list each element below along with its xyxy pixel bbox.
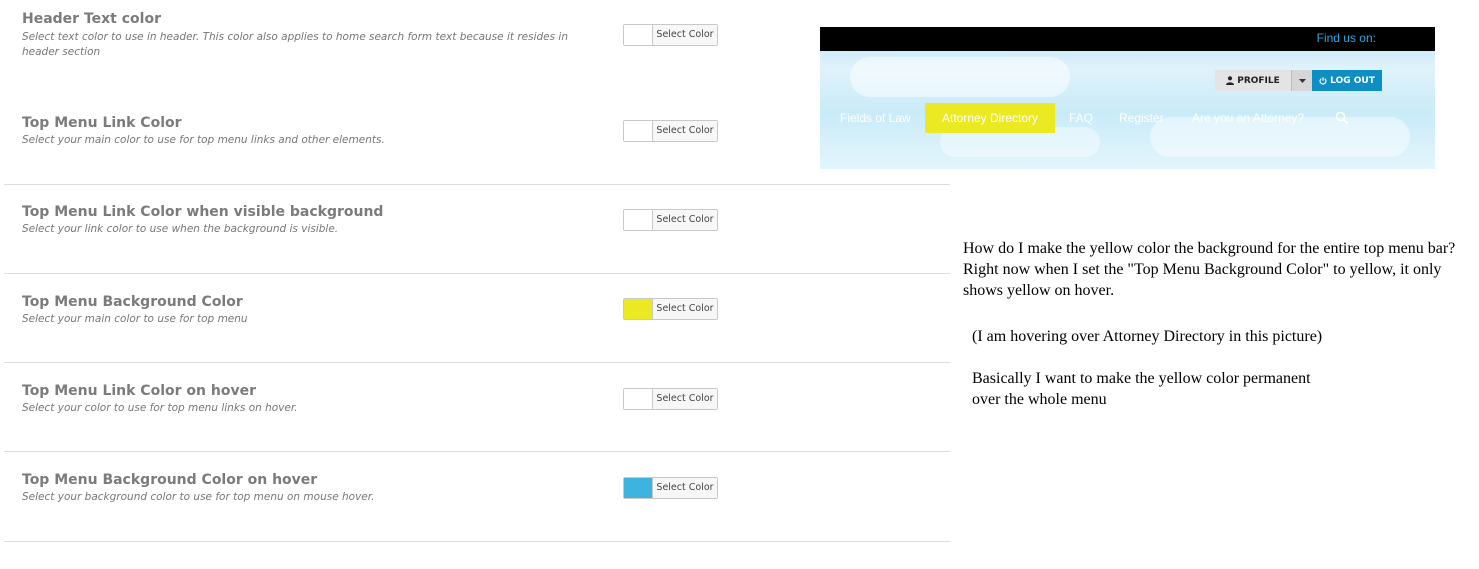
color-swatch[interactable] xyxy=(624,25,653,45)
nav-faq[interactable]: FAQ xyxy=(1069,103,1093,133)
setting-description: Select your color to use for top menu li… xyxy=(22,402,298,414)
setting-title: Top Menu Link Color on hover xyxy=(22,383,256,399)
setting-description: Select your link color to use when the b… xyxy=(22,223,339,235)
setting-title: Top Menu Link Color when visible backgro… xyxy=(22,204,384,220)
profile-label: PROFILE xyxy=(1237,75,1280,86)
color-picker[interactable]: Select Color xyxy=(623,477,718,499)
find-us-link[interactable]: Find us on: xyxy=(1317,31,1376,45)
select-color-button[interactable]: Select Color xyxy=(653,299,717,319)
color-swatch[interactable] xyxy=(624,299,653,319)
goal-text: Basically I want to make the yellow colo… xyxy=(972,368,1372,410)
setting-top-menu-background-color-hover: Top Menu Background Color on hover Selec… xyxy=(4,452,950,542)
color-swatch[interactable] xyxy=(624,389,653,409)
setting-title: Top Menu Background Color xyxy=(22,294,243,310)
setting-description: Select text color to use in header. This… xyxy=(22,31,568,58)
goal-text-line-2: over the whole menu xyxy=(972,391,1107,408)
select-color-button[interactable]: Select Color xyxy=(653,210,717,230)
profile-button[interactable]: PROFILE xyxy=(1215,70,1291,91)
color-picker[interactable]: Select Color xyxy=(623,388,718,410)
setting-description: Select your main color to use for top me… xyxy=(22,313,248,325)
color-picker[interactable]: Select Color xyxy=(623,298,718,320)
site-top-bar: Find us on: xyxy=(820,27,1435,51)
user-icon xyxy=(1226,76,1235,85)
power-icon xyxy=(1319,76,1327,85)
nav-are-you-an-attorney[interactable]: Are you an Attorney? xyxy=(1192,103,1304,133)
setting-title: Header Text color xyxy=(22,11,161,27)
color-swatch[interactable] xyxy=(624,121,653,141)
color-picker[interactable]: Select Color xyxy=(623,24,718,46)
nav-register[interactable]: Register xyxy=(1119,103,1164,133)
setting-top-menu-background-color: Top Menu Background Color Select your ma… xyxy=(4,274,950,363)
select-color-button[interactable]: Select Color xyxy=(653,478,717,498)
setting-top-menu-link-color-visible-bg: Top Menu Link Color when visible backgro… xyxy=(4,185,950,274)
setting-description: Select your background color to use for … xyxy=(22,491,375,503)
setting-description: Select your main color to use for top me… xyxy=(22,134,385,146)
color-picker[interactable]: Select Color xyxy=(623,120,718,142)
logout-button[interactable]: LOG OUT xyxy=(1312,70,1382,91)
color-swatch[interactable] xyxy=(624,478,653,498)
setting-top-menu-link-color: Top Menu Link Color Select your main col… xyxy=(4,96,950,185)
site-preview-screenshot: Find us on: PROFILE LOG OUT Fields of La… xyxy=(820,27,1435,169)
hover-note: (I am hovering over Attorney Directory i… xyxy=(972,328,1323,345)
profile-dropdown-toggle[interactable] xyxy=(1291,70,1313,91)
setting-header-text-color: Header Text color Select text color to u… xyxy=(4,0,950,96)
cloud-decoration xyxy=(850,57,1070,97)
logout-label: LOG OUT xyxy=(1330,75,1375,86)
caret-down-icon xyxy=(1299,78,1306,83)
color-picker[interactable]: Select Color xyxy=(623,209,718,231)
setting-top-menu-link-color-hover: Top Menu Link Color on hover Select your… xyxy=(4,363,950,452)
select-color-button[interactable]: Select Color xyxy=(653,389,717,409)
site-top-menu: Fields of Law Attorney Directory FAQ Reg… xyxy=(820,103,1435,133)
search-icon[interactable] xyxy=(1335,111,1349,125)
question-text: How do I make the yellow color the backg… xyxy=(963,240,1456,299)
setting-title: Top Menu Link Color xyxy=(22,115,182,131)
goal-text-line-1: Basically I want to make the yellow colo… xyxy=(972,370,1311,387)
select-color-button[interactable]: Select Color xyxy=(653,25,717,45)
color-swatch[interactable] xyxy=(624,210,653,230)
select-color-button[interactable]: Select Color xyxy=(653,121,717,141)
nav-attorney-directory[interactable]: Attorney Directory xyxy=(925,103,1055,133)
nav-fields-of-law[interactable]: Fields of Law xyxy=(840,103,911,133)
setting-title: Top Menu Background Color on hover xyxy=(22,472,318,488)
